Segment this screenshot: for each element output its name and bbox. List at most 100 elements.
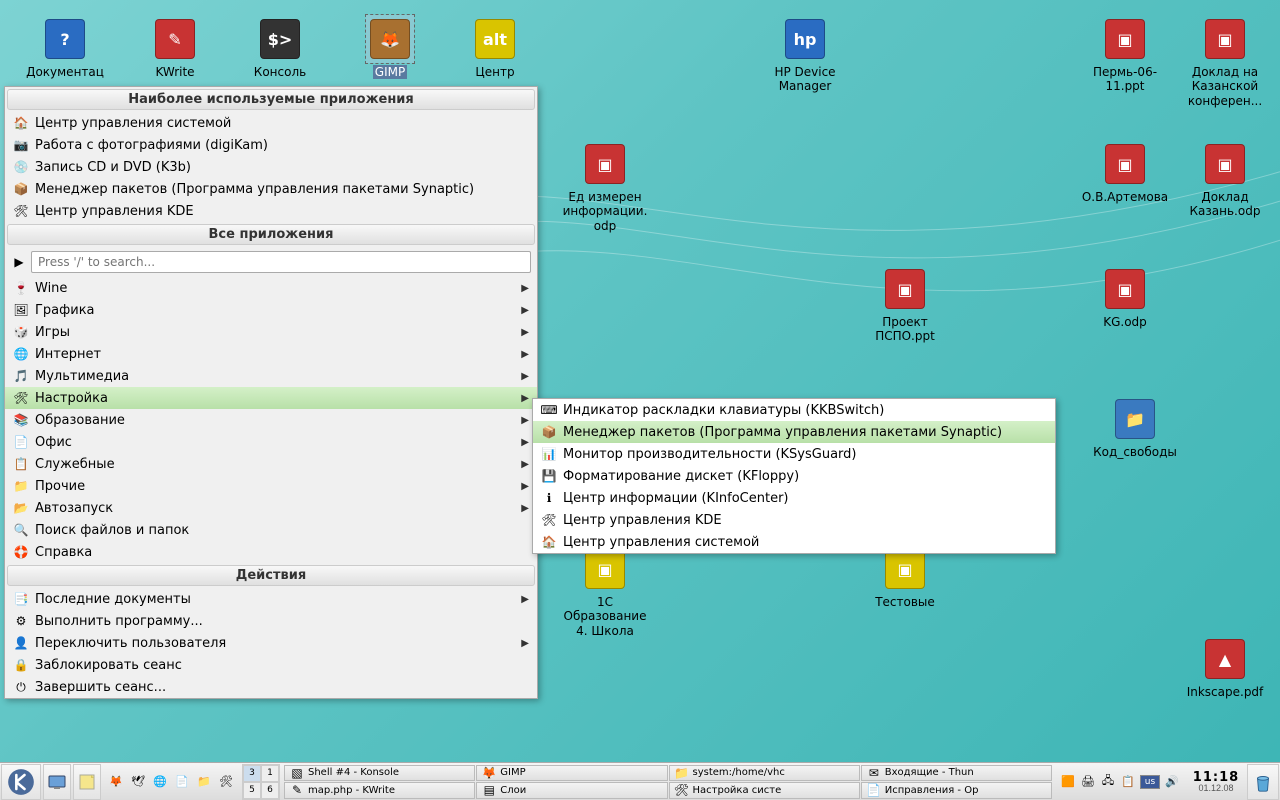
desktop-icon-label: GIMP [373, 65, 407, 79]
desktop-icon-label: Доклад Казань.odp [1181, 190, 1269, 219]
all-apps-item-4[interactable]: 🎵Мультимедиа▶ [5, 365, 537, 387]
most-used-item-1[interactable]: 📷Работа с фотографиями (digiKam) [5, 134, 537, 156]
desktop-icon-center[interactable]: altЦентр [450, 15, 540, 79]
pager-desktop-1[interactable]: 1 [261, 765, 279, 782]
taskbar-task-0[interactable]: ▧Shell #4 - Konsole [284, 765, 475, 782]
tray-clipboard-icon[interactable]: 📋 [1120, 774, 1136, 790]
home-folder-icon[interactable]: 📁 [194, 772, 214, 792]
tray-network-icon[interactable]: 🖧 [1100, 774, 1116, 790]
submenu-item-3[interactable]: 💾Форматирование дискет (KFloppy) [533, 465, 1055, 487]
utility-icon[interactable]: 🛠 [216, 772, 236, 792]
desktop-icon-label: Пермь-06-11.ppt [1081, 65, 1169, 94]
submenu-item-label: Центр информации (KInfoCenter) [563, 491, 789, 506]
clock-time: 11:18 [1193, 771, 1239, 784]
most-used-item-2[interactable]: 💿Запись CD и DVD (K3b) [5, 156, 537, 178]
all-apps-item-3[interactable]: 🌐Интернет▶ [5, 343, 537, 365]
menu-item-label: Выполнить программу... [35, 614, 203, 629]
all-apps-item-7[interactable]: 📄Офис▶ [5, 431, 537, 453]
thunderbird-icon[interactable]: 🕊 [128, 772, 148, 792]
desktop-icon-kwrite[interactable]: ✎KWrite [130, 15, 220, 79]
menu-item-label: Графика [35, 303, 95, 318]
taskbar-task-6[interactable]: 🛠Настройка систе [669, 782, 860, 799]
all-apps-item-11[interactable]: 🔍Поиск файлов и папок [5, 519, 537, 541]
all-apps-item-1[interactable]: 🖼Графика▶ [5, 299, 537, 321]
actions-item-2[interactable]: 👤Переключить пользователя▶ [5, 632, 537, 654]
all-apps-item-5[interactable]: 🛠Настройка▶ [5, 387, 537, 409]
most-used-item-0[interactable]: 🏠Центр управления системой [5, 112, 537, 134]
konqueror-icon[interactable]: 🌐 [150, 772, 170, 792]
submenu-item-6[interactable]: 🏠Центр управления системой [533, 531, 1055, 553]
all-apps-item-0[interactable]: 🍷Wine▶ [5, 277, 537, 299]
desktop-icon-label: KWrite [155, 65, 194, 79]
all-apps-item-7-icon: 📄 [13, 434, 29, 450]
desktop-icon-konsole[interactable]: $>Консоль [235, 15, 325, 79]
taskbar-task-7[interactable]: 📄Исправления - Op [861, 782, 1052, 799]
desktop-icon-kod[interactable]: 📁Код_свободы [1090, 395, 1180, 459]
taskbar-task-3[interactable]: ✉Входящие - Thun [861, 765, 1052, 782]
taskbar-task-2[interactable]: 📁system:/home/vhс [669, 765, 860, 782]
desktop-icon-test[interactable]: ▣Тестовые [860, 545, 950, 609]
submenu-item-1-icon: 📦 [541, 424, 557, 440]
actions-item-3[interactable]: 🔒Заблокировать сеанс [5, 654, 537, 676]
desktop-icon-kazan[interactable]: ▣Доклад Казань.odp [1180, 140, 1270, 219]
tray-updates-icon[interactable]: 🟧 [1060, 774, 1076, 790]
submenu-item-1[interactable]: 📦Менеджер пакетов (Программа управления … [533, 421, 1055, 443]
desktop-icon-label: Inkscape.pdf [1187, 685, 1264, 699]
all-apps-item-10[interactable]: 📂Автозапуск▶ [5, 497, 537, 519]
taskbar-clock[interactable]: 11:18 01.12.08 [1186, 771, 1246, 793]
trash-button[interactable] [1247, 764, 1279, 800]
show-desktop-button[interactable] [43, 764, 71, 800]
desktop-icon-gimp[interactable]: 🦊GIMP [345, 15, 435, 79]
taskbar-task-4[interactable]: ✎map.php - KWrite [284, 782, 475, 799]
desktop-icon-project[interactable]: ▣Проект ПСПО.ppt [860, 265, 950, 344]
actions-item-4[interactable]: ⏻Завершить сеанс... [5, 676, 537, 698]
openoffice-icon[interactable]: 📄 [172, 772, 192, 792]
firefox-icon[interactable]: 🦊 [106, 772, 126, 792]
desktop-icon-inkscape[interactable]: ▲Inkscape.pdf [1180, 635, 1270, 699]
taskbar-task-1[interactable]: 🦊GIMP [476, 765, 667, 782]
menu-item-label: Заблокировать сеанс [35, 658, 182, 673]
actions-item-0-icon: 📑 [13, 591, 29, 607]
all-apps-item-4-icon: 🎵 [13, 368, 29, 384]
pager-desktop-6[interactable]: 6 [261, 782, 279, 799]
keyboard-layout-indicator[interactable]: us [1140, 775, 1160, 789]
desktop-icon-hp[interactable]: hpHP Device Manager [760, 15, 850, 94]
all-apps-item-2[interactable]: 🎲Игры▶ [5, 321, 537, 343]
menu-item-label: Центр управления системой [35, 116, 231, 131]
system-tray: 🟧 🖨 🖧 📋 us 🔊 [1054, 774, 1186, 790]
desktop-icon-kg[interactable]: ▣KG.odp [1080, 265, 1170, 329]
kmenu-button[interactable] [1, 764, 41, 800]
all-apps-item-8[interactable]: 📋Служебные▶ [5, 453, 537, 475]
desktop-icon-doklad1[interactable]: ▣Доклад на Казанской конферен... [1180, 15, 1270, 108]
menu-search-input[interactable] [31, 251, 531, 273]
submenu-item-4[interactable]: ℹЦентр информации (KInfoCenter) [533, 487, 1055, 509]
submenu-item-0[interactable]: ⌨Индикатор раскладки клавиатуры (KKBSwit… [533, 399, 1055, 421]
most-used-item-4[interactable]: 🛠Центр управления KDE [5, 200, 537, 222]
desktop-icon-docs[interactable]: ?Документац [20, 15, 110, 79]
menu-item-label: Wine [35, 281, 67, 296]
all-apps-item-9[interactable]: 📁Прочие▶ [5, 475, 537, 497]
submenu-item-5[interactable]: 🛠Центр управления KDE [533, 509, 1055, 531]
menu-item-label: Переключить пользователя [35, 636, 226, 651]
desktop-icon-1c[interactable]: ▣1С Образование 4. Школа [560, 545, 650, 638]
most-used-item-3[interactable]: 📦Менеджер пакетов (Программа управления … [5, 178, 537, 200]
all-apps-item-6[interactable]: 📚Образование▶ [5, 409, 537, 431]
all-apps-item-3-icon: 🌐 [13, 346, 29, 362]
pager-desktop-5[interactable]: 5 [243, 782, 261, 799]
taskbar-task-5[interactable]: ▤Слои [476, 782, 667, 799]
actions-item-0[interactable]: 📑Последние документы▶ [5, 588, 537, 610]
task-label: Настройка систе [693, 785, 782, 796]
pager-desktop-3[interactable]: 3 [243, 765, 261, 782]
notes-button[interactable] [73, 764, 101, 800]
submenu-item-2[interactable]: 📊Монитор производительности (KSysGuard) [533, 443, 1055, 465]
desktop-icon-perm[interactable]: ▣Пермь-06-11.ppt [1080, 15, 1170, 94]
desktop-icon-ed[interactable]: ▣Ед измерен информации.odp [560, 140, 650, 233]
actions-item-2-icon: 👤 [13, 635, 29, 651]
actions-item-1[interactable]: ⚙Выполнить программу... [5, 610, 537, 632]
tray-volume-icon[interactable]: 🔊 [1164, 774, 1180, 790]
task-6-icon: 🛠 [674, 782, 690, 798]
tray-printer-icon[interactable]: 🖨 [1080, 774, 1096, 790]
task-3-icon: ✉ [866, 765, 882, 781]
all-apps-item-12[interactable]: 🛟Справка [5, 541, 537, 563]
desktop-icon-artemova[interactable]: ▣О.В.Артемова [1080, 140, 1170, 204]
